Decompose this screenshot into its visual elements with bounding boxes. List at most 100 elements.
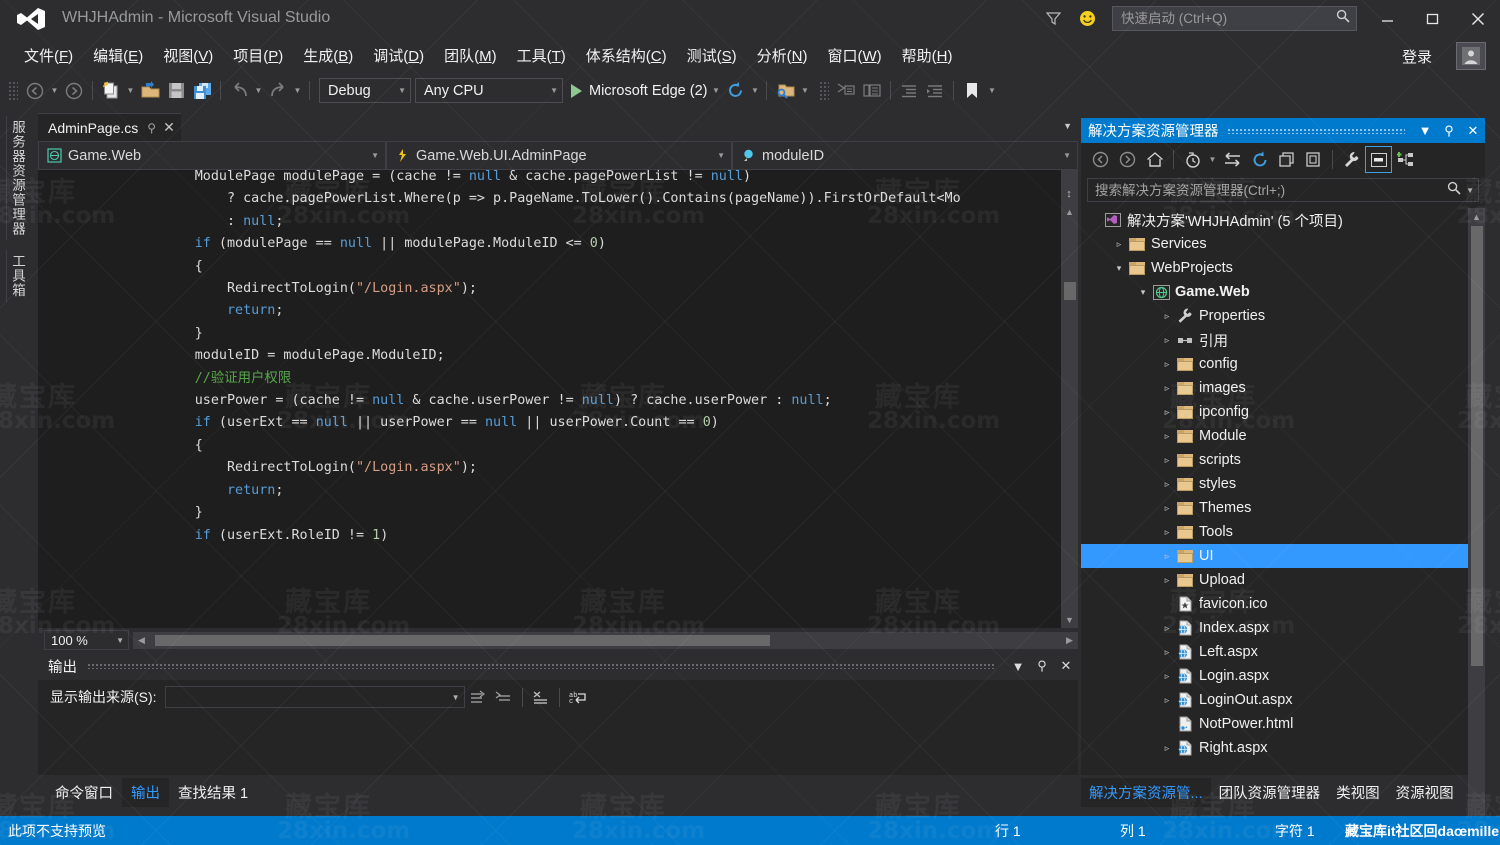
start-debug-button[interactable]: Microsoft Edge (2) [563,78,709,104]
expander-icon[interactable]: ▹ [1159,695,1175,706]
expander-icon[interactable]: ▹ [1159,431,1175,442]
open-file-icon[interactable] [137,78,163,104]
refresh-icon[interactable] [722,78,748,104]
menu-architecture[interactable]: 体系结构(C) [576,41,677,70]
scroll-up-icon[interactable]: ▲ [1468,208,1485,225]
close-tab-icon[interactable]: ✕ [163,119,175,136]
menu-help[interactable]: 帮助(H) [892,41,963,70]
scroll-left-icon[interactable]: ◀ [133,632,150,649]
se-sync-with-active-icon[interactable] [1219,146,1246,173]
tree-item[interactable]: ▹ Upload [1081,568,1468,592]
close-button[interactable] [1455,0,1500,37]
find-dropdown-icon[interactable]: ▼ [798,78,811,104]
undo-icon[interactable] [226,78,252,104]
active-files-dropdown-icon[interactable]: ▼ [1063,121,1072,131]
tree-item[interactable]: ▹ Themes [1081,496,1468,520]
se-view-class-diagram-icon[interactable] [1392,146,1419,173]
new-project-icon[interactable] [98,78,124,104]
menu-file[interactable]: 文件(F) [14,41,83,70]
navigate-forward-icon[interactable] [61,78,87,104]
menu-build[interactable]: 生成(B) [293,41,363,70]
tree-item[interactable]: ▾ WebProjects [1081,256,1468,280]
menu-tools[interactable]: 工具(T) [507,41,576,70]
sidebar-tab-toolbox[interactable]: 工具箱 [6,250,32,302]
tree-item[interactable]: 解决方案'WHJHAdmin' (5 个项目) [1081,208,1468,232]
expander-icon[interactable]: ▾ [1111,263,1127,274]
decrease-indent-icon[interactable] [896,78,922,104]
menu-team[interactable]: 团队(M) [434,41,507,70]
find-message-icon[interactable] [465,683,491,711]
code-editor-surface[interactable]: ModulePage modulePage = (cache != null &… [38,170,1078,628]
expander-icon[interactable]: ▹ [1159,527,1175,538]
expander-icon[interactable]: ▹ [1159,311,1175,322]
quick-launch-box[interactable] [1112,6,1357,31]
document-tab-adminpage[interactable]: AdminPage.cs ⚲ ✕ [38,113,181,141]
tree-item[interactable]: ▹ styles [1081,472,1468,496]
expander-icon[interactable]: ▹ [1159,623,1175,634]
se-refresh-icon[interactable] [1246,146,1273,173]
panel-drag-dots[interactable] [1226,127,1405,134]
se-collapse-all-icon[interactable] [1273,146,1300,173]
menu-analyze[interactable]: 分析(N) [747,41,818,70]
tree-item[interactable]: ▹ Module [1081,424,1468,448]
se-home-icon[interactable] [1141,146,1168,173]
navigate-backward-icon[interactable] [22,78,48,104]
redo-icon[interactable] [265,78,291,104]
go-to-message-icon[interactable] [491,683,517,711]
se-pending-dropdown-icon[interactable]: ▼ [1206,147,1219,173]
tree-item[interactable]: ▹ 引用 [1081,328,1468,352]
toolbar-grip-2[interactable] [819,80,830,101]
se-preview-selected-icon[interactable] [1365,146,1392,173]
tree-item[interactable]: ▹ Login.aspx [1081,664,1468,688]
menu-test[interactable]: 测试(S) [677,41,747,70]
maximize-button[interactable] [1410,0,1455,37]
find-in-files-icon[interactable] [772,78,798,104]
navigate-backward-dropdown-icon[interactable]: ▼ [48,78,61,104]
tab-team-explorer[interactable]: 团队资源管理器 [1211,778,1329,807]
expander-icon[interactable]: ▹ [1159,503,1175,514]
toggle-word-wrap-icon[interactable]: ab c [565,683,591,711]
expander-icon[interactable]: ▹ [1159,671,1175,682]
increase-indent-icon[interactable] [922,78,948,104]
quick-launch-input[interactable] [1121,11,1336,26]
se-show-all-files-icon[interactable] [1300,146,1327,173]
zoom-level-combo[interactable]: 100 % ▼ [44,630,129,650]
menu-edit[interactable]: 编辑(E) [83,41,153,70]
tree-item[interactable]: ▹ Index.aspx [1081,616,1468,640]
expander-icon[interactable]: ▹ [1159,575,1175,586]
close-panel-icon[interactable]: ✕ [1054,652,1078,680]
menu-window[interactable]: 窗口(W) [817,41,891,70]
tree-item[interactable]: ▹ Properties [1081,304,1468,328]
bookmark-dropdown-icon[interactable]: ▼ [985,78,998,104]
nav-project-combo[interactable]: Game.Web ▼ [38,141,386,170]
editor-split-handle[interactable]: ↕ [1062,188,1076,200]
editor-horizontal-scrollbar[interactable]: ◀ ▶ [133,631,1078,649]
editor-scroll-thumb[interactable] [1064,282,1076,300]
bottom-tab-find-results[interactable]: 查找结果 1 [169,778,257,807]
solution-explorer-tree[interactable]: 解决方案'WHJHAdmin' (5 个项目) ▹ Services ▾ WebProj… [1081,208,1468,845]
minimize-button[interactable] [1365,0,1410,37]
editor-vertical-scrollbar[interactable]: ↕ ▲ ▼ [1061,170,1078,628]
expander-icon[interactable]: ▹ [1159,455,1175,466]
editor-hscroll-thumb[interactable] [155,634,770,646]
tree-item[interactable]: ▾ Game.Web [1081,280,1468,304]
send-smile-icon[interactable] [1070,0,1104,37]
tree-item[interactable]: ▹ config [1081,352,1468,376]
search-dropdown-icon[interactable]: ▼ [1461,186,1474,195]
se-forward-icon[interactable] [1114,146,1141,173]
expander-icon[interactable]: ▹ [1159,383,1175,394]
scroll-down-icon[interactable]: ▼ [1061,611,1078,628]
solution-platform-combo[interactable]: Any CPU ▼ [415,78,563,103]
output-panel-body[interactable] [38,714,1078,775]
save-all-icon[interactable] [189,78,215,104]
panel-menu-icon[interactable]: ▼ [1413,118,1437,143]
nav-member-combo[interactable]: moduleID ▼ [732,141,1078,170]
panel-menu-icon[interactable]: ▼ [1006,652,1030,680]
scroll-up-icon[interactable]: ▲ [1061,203,1078,220]
sidebar-tab-server-explorer[interactable]: 服务器资源管理器 [6,116,32,240]
save-icon[interactable] [163,78,189,104]
tree-item[interactable]: ▹ scripts [1081,448,1468,472]
tree-item[interactable]: favicon.ico [1081,592,1468,616]
pin-tab-icon[interactable]: ⚲ [147,121,156,135]
clear-output-icon[interactable] [528,683,554,711]
